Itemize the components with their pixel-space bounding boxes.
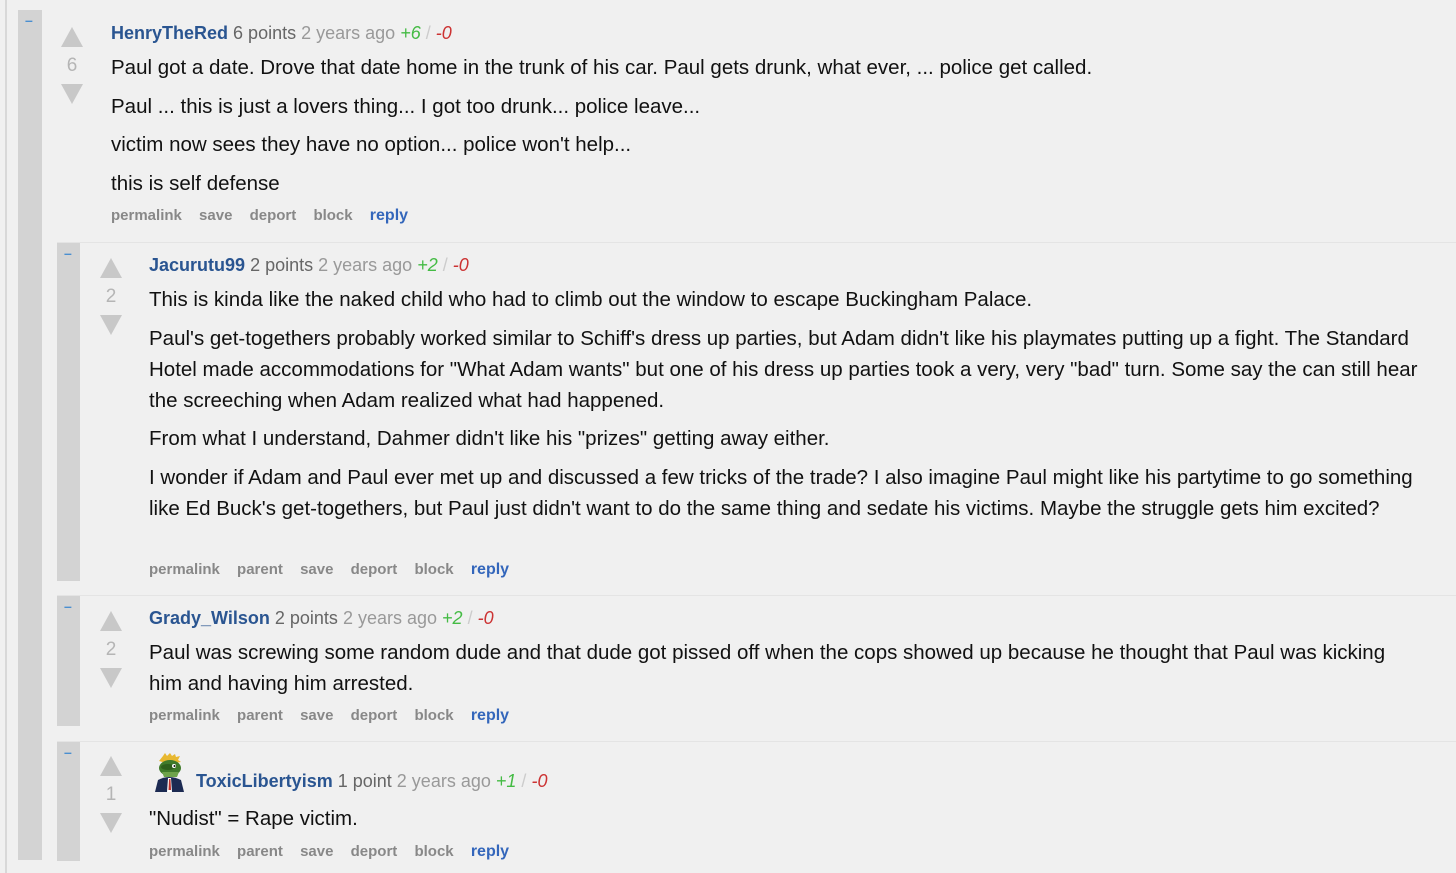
comment-body: Paul was screwing some random dude and t… <box>149 637 1394 707</box>
parent-button[interactable]: parent <box>237 707 283 724</box>
points: 2 points <box>274 608 338 628</box>
points: 6 points <box>233 23 297 43</box>
downvote-count: -0 <box>477 608 494 628</box>
collapse-bar[interactable] <box>57 243 80 581</box>
permalink-button[interactable]: permalink <box>149 561 220 578</box>
avatar <box>155 753 184 792</box>
reply-button[interactable]: reply <box>471 843 509 860</box>
comment-paragraph: Paul's get-togethers probably worked sim… <box>149 326 1418 412</box>
upvote-count: +2 <box>417 255 438 275</box>
collapse-button[interactable]: – <box>64 745 72 759</box>
vote-controls: 1 <box>96 756 126 833</box>
comment-paragraph: This is kinda like the naked child who h… <box>149 288 1033 311</box>
comment-paragraph: From what I understand, Dahmer didn't li… <box>149 427 830 450</box>
deport-button[interactable]: deport <box>250 207 297 224</box>
downvote-icon[interactable] <box>61 84 83 104</box>
save-button[interactable]: save <box>300 843 333 860</box>
timestamp: 2 years ago <box>396 771 491 791</box>
tagline: ToxicLibertyism 1 point 2 years ago +1 /… <box>196 770 547 792</box>
comment-paragraph: Paul ... this is just a lovers thing... … <box>111 94 701 118</box>
vote-separator: / <box>521 771 527 791</box>
points: 2 points <box>250 255 314 275</box>
reply-button[interactable]: reply <box>370 207 408 224</box>
comment-paragraph: Paul was screwing some random dude and t… <box>149 641 1386 695</box>
collapse-button[interactable]: – <box>64 599 72 613</box>
comment-paragraph: victim now sees they have no option... p… <box>111 133 632 156</box>
vote-separator: / <box>467 608 473 628</box>
block-button[interactable]: block <box>313 207 352 224</box>
downvote-count: -0 <box>531 771 548 791</box>
deport-button[interactable]: deport <box>351 561 398 578</box>
vote-controls: 6 <box>57 27 87 104</box>
block-button[interactable]: block <box>414 707 453 724</box>
author-link[interactable]: HenryTheRed <box>111 23 228 43</box>
vote-controls: 2 <box>96 258 126 335</box>
downvote-count: -0 <box>435 23 452 43</box>
save-button[interactable]: save <box>300 561 333 578</box>
permalink-button[interactable]: permalink <box>149 707 220 724</box>
score: 2 <box>105 286 117 307</box>
comment-paragraph: "Nudist" = Rape victim. <box>149 807 358 830</box>
downvote-count: -0 <box>452 255 469 275</box>
comment: – 2 Jacurutu99 2 points 2 years ago +2 /… <box>57 242 1456 581</box>
upvote-count: +1 <box>495 771 517 791</box>
downvote-icon[interactable] <box>100 315 122 335</box>
comment: – 2 Grady_Wilson 2 points 2 years ago +2… <box>57 595 1456 726</box>
author-link[interactable]: ToxicLibertyism <box>196 771 333 791</box>
author-link[interactable]: Grady_Wilson <box>149 608 270 628</box>
comment-body: Paul got a date. Drove that date home in… <box>111 52 1411 206</box>
parent-button[interactable]: parent <box>237 843 283 860</box>
upvote-icon[interactable] <box>100 258 122 278</box>
tagline: Jacurutu99 2 points 2 years ago +2 / -0 <box>149 254 469 276</box>
comment-actions: permalink save deport block reply <box>111 207 421 225</box>
comment-paragraph: Paul got a date. Drove that date home in… <box>111 56 1093 79</box>
upvote-icon[interactable] <box>100 611 122 631</box>
permalink-button[interactable]: permalink <box>149 843 220 860</box>
score: 2 <box>105 639 117 660</box>
comment-paragraph: this is self defense <box>111 171 280 195</box>
collapse-button[interactable]: – <box>64 246 72 260</box>
deport-button[interactable]: deport <box>351 707 398 724</box>
author-link[interactable]: Jacurutu99 <box>149 255 245 275</box>
comment-body: "Nudist" = Rape victim. <box>149 803 1434 842</box>
comment: – 1 ToxicLibertyism 1 point 2 years ago … <box>57 741 1456 861</box>
comment-actions: permalink parent save deport block reply <box>149 561 522 579</box>
comment-body: This is kinda like the naked child who h… <box>149 284 1434 531</box>
comment-paragraph: I wonder if Adam and Paul ever met up an… <box>149 465 1413 520</box>
score: 6 <box>66 55 78 76</box>
block-button[interactable]: block <box>414 561 453 578</box>
timestamp: 2 years ago <box>318 255 413 275</box>
tagline: Grady_Wilson 2 points 2 years ago +2 / -… <box>149 607 494 629</box>
score: 1 <box>105 784 117 805</box>
permalink-button[interactable]: permalink <box>111 207 182 224</box>
upvote-icon[interactable] <box>100 756 122 776</box>
collapse-bar[interactable] <box>18 10 42 860</box>
timestamp: 2 years ago <box>342 608 438 628</box>
collapse-button[interactable]: – <box>25 13 33 27</box>
timestamp: 2 years ago <box>301 23 396 43</box>
comment-actions: permalink parent save deport block reply <box>149 707 522 725</box>
vote-controls: 2 <box>96 611 126 688</box>
collapse-bar[interactable] <box>57 596 80 726</box>
vote-separator: / <box>425 23 431 43</box>
upvote-count: +2 <box>442 608 463 628</box>
vote-separator: / <box>442 255 448 275</box>
upvote-icon[interactable] <box>61 27 83 47</box>
deport-button[interactable]: deport <box>351 843 398 860</box>
points: 1 point <box>337 771 392 791</box>
save-button[interactable]: save <box>300 707 333 724</box>
upvote-count: +6 <box>400 23 421 43</box>
downvote-icon[interactable] <box>100 668 122 688</box>
reply-button[interactable]: reply <box>471 561 509 578</box>
block-button[interactable]: block <box>414 843 453 860</box>
comment-actions: permalink parent save deport block reply <box>149 843 522 861</box>
thread-border <box>5 0 7 873</box>
reply-button[interactable]: reply <box>471 707 509 724</box>
downvote-icon[interactable] <box>100 813 122 833</box>
save-button[interactable]: save <box>199 207 232 224</box>
tagline: HenryTheRed 6 points 2 years ago +6 / -0 <box>111 22 452 44</box>
parent-button[interactable]: parent <box>237 561 283 578</box>
